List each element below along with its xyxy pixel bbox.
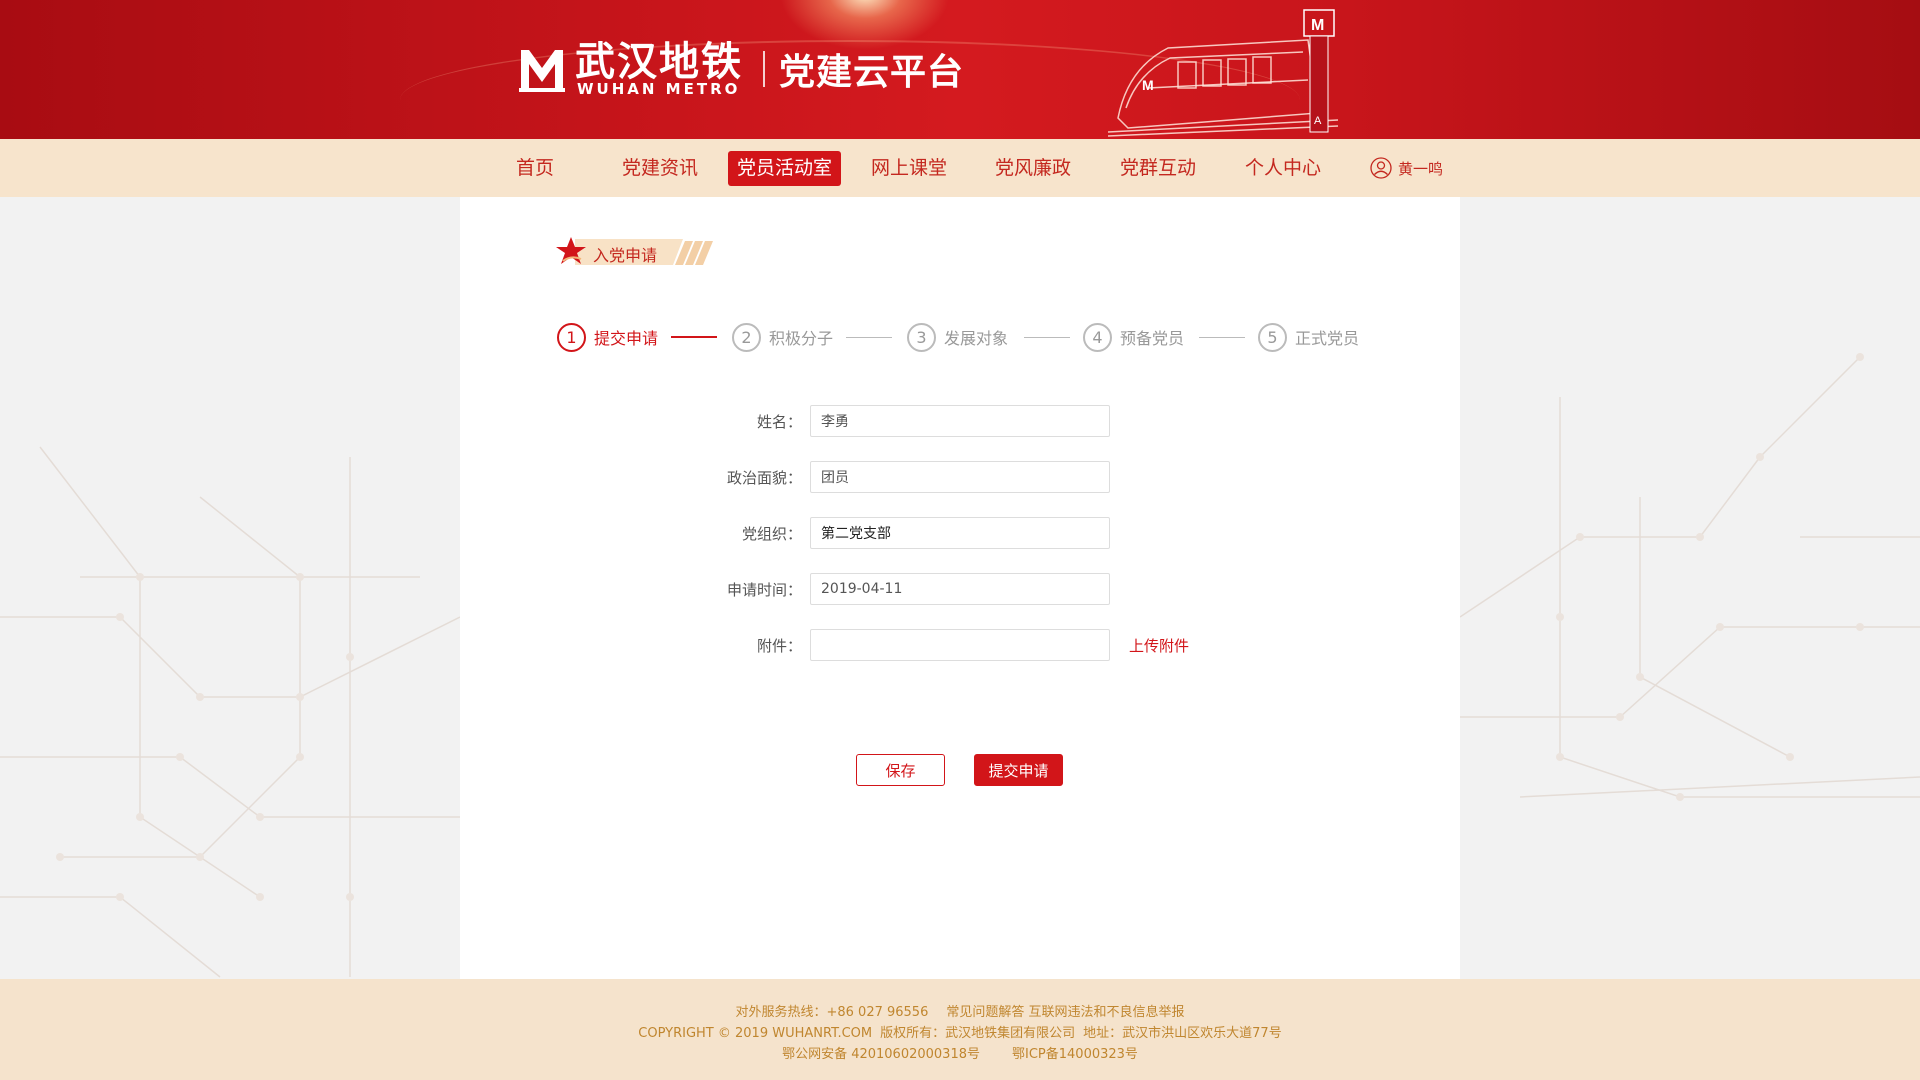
form-row-name: 姓名：	[460, 405, 1460, 439]
nav-item-personal-center[interactable]: 个人中心	[1236, 151, 1330, 186]
hotline-text: 对外服务热线：+86 027 96556	[735, 1005, 929, 1020]
copyright-text: COPYRIGHT © 2019 WUHANRT.COM	[638, 1026, 873, 1041]
step-label: 正式党员	[1295, 329, 1360, 348]
nav-item-news[interactable]: 党建资讯	[613, 151, 707, 186]
form-row-org: 党组织：	[460, 517, 1460, 551]
logo[interactable]: 武汉地铁 WUHAN METRO 党建云平台	[517, 38, 965, 98]
police-record-text: 鄂公网安备 42010602000318号	[782, 1047, 980, 1062]
footer-line-2: COPYRIGHT © 2019 WUHANRT.COM 版权所有：武汉地铁集团有…	[0, 1022, 1920, 1041]
logo-cn-text: 武汉地铁	[575, 38, 743, 85]
step-4: 4 预备党员	[1083, 322, 1184, 352]
metro-logo-icon	[519, 50, 565, 92]
footer-line-3: 鄂公网安备 42010602000318号 鄂ICP备14000323号	[0, 1043, 1920, 1062]
name-field[interactable]	[810, 405, 1110, 437]
step-number: 5	[1258, 322, 1287, 352]
upload-attachment-link[interactable]: 上传附件	[1129, 635, 1189, 656]
logo-en-text: WUHAN METRO	[577, 80, 741, 98]
progress-steps: 1 提交申请 2 积极分子 3 发展对象 4 预备党员 5 正式党员	[557, 322, 1387, 354]
station-sign-icon: M A	[1303, 9, 1335, 133]
svg-text:M: M	[1311, 17, 1324, 34]
step-5: 5 正式党员	[1258, 322, 1359, 352]
party-org-field[interactable]	[810, 517, 1110, 549]
political-status-field[interactable]	[810, 461, 1110, 493]
political-status-label: 政治面貌：	[726, 469, 802, 487]
svg-text:A: A	[1314, 115, 1322, 127]
name-label: 姓名：	[756, 413, 802, 431]
nav-item-interaction[interactable]: 党群互动	[1111, 151, 1205, 186]
step-label: 提交申请	[594, 329, 659, 348]
step-label: 积极分子	[769, 329, 834, 348]
user-menu[interactable]: 黄一鸣	[1370, 156, 1443, 180]
faq-link[interactable]: 常见问题解答 互联网违法和不良信息举报	[946, 1005, 1184, 1020]
icp-record-text: 鄂ICP备14000323号	[1012, 1047, 1138, 1062]
nav-item-home[interactable]: 首页	[507, 151, 563, 186]
section-title: 入党申请	[593, 246, 658, 265]
step-label: 发展对象	[944, 329, 1009, 348]
form-row-attachment: 附件： 上传附件	[460, 629, 1460, 663]
apply-date-field[interactable]	[810, 573, 1110, 605]
apply-date-label: 申请时间：	[726, 581, 802, 599]
nav-item-online-class[interactable]: 网上课堂	[862, 151, 956, 186]
user-name: 黄一鸣	[1398, 159, 1444, 178]
svg-text:M: M	[1142, 77, 1154, 93]
step-number: 2	[732, 322, 761, 352]
step-number: 4	[1083, 322, 1112, 352]
nav-item-activity-room[interactable]: 党员活动室	[728, 151, 842, 186]
section-title-badge: 入党申请	[555, 233, 720, 273]
header-banner: 武汉地铁 WUHAN METRO 党建云平台 M M A	[0, 0, 1920, 139]
footer-line-1: 对外服务热线：+86 027 96556 常见问题解答 互联网违法和不良信息举报	[0, 1001, 1920, 1020]
main-nav: 首页 党建资讯 党员活动室 网上课堂 党风廉政 党群互动 个人中心 黄一鸣	[0, 139, 1920, 197]
submit-application-button[interactable]: 提交申请	[974, 754, 1063, 786]
step-label: 预备党员	[1120, 329, 1185, 348]
step-1: 1 提交申请	[557, 322, 658, 352]
form-row-political: 政治面貌：	[460, 461, 1460, 495]
step-number: 3	[907, 322, 936, 352]
logo-divider	[763, 51, 765, 87]
step-number: 1	[557, 322, 586, 352]
form-row-date: 申请时间：	[460, 573, 1460, 607]
step-3: 3 发展对象	[907, 322, 1008, 352]
step-connector	[671, 336, 717, 338]
metro-map-pattern-left	[0, 446, 460, 978]
step-2: 2 积极分子	[732, 322, 833, 352]
platform-title: 党建云平台	[779, 51, 965, 93]
address-text: 地址：武汉市洪山区欢乐大道77号	[1083, 1026, 1282, 1041]
party-org-label: 党组织：	[741, 525, 802, 543]
metro-map-pattern-right	[1460, 353, 1920, 801]
step-connector	[1199, 337, 1245, 338]
attachment-field[interactable]	[810, 629, 1110, 661]
step-connector	[1024, 337, 1070, 338]
user-avatar-icon	[1370, 157, 1392, 179]
step-connector	[846, 337, 892, 338]
footer: 对外服务热线：+86 027 96556 常见问题解答 互联网违法和不良信息举报 …	[0, 979, 1920, 1080]
nav-item-integrity[interactable]: 党风廉政	[986, 151, 1080, 186]
attachment-label: 附件：	[756, 637, 802, 655]
content-panel: 入党申请 1 提交申请 2 积极分子 3 发展对象 4 预备党员 5 正式党员 …	[460, 197, 1460, 979]
save-button[interactable]: 保存	[856, 754, 945, 786]
owner-text: 版权所有：武汉地铁集团有限公司	[880, 1026, 1076, 1041]
